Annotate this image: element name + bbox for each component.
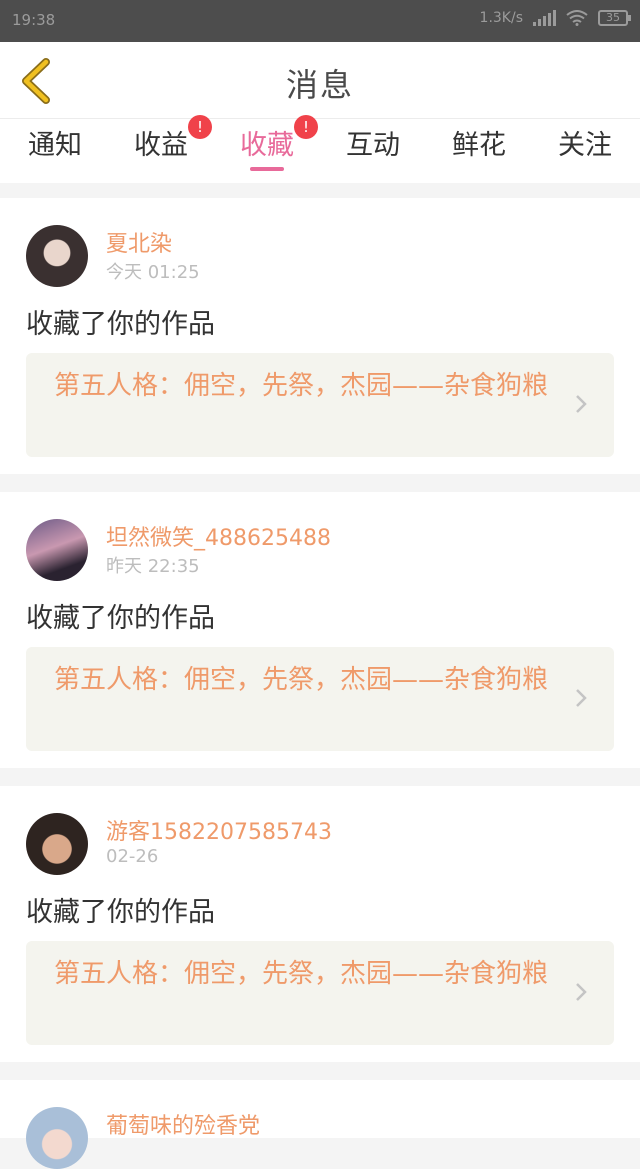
- work-link[interactable]: 第五人格：佣空，先祭，杰园——杂食狗粮: [26, 941, 614, 1045]
- tab-label: 互动: [346, 130, 400, 161]
- message-card: 游客1582207585743 02-26 收藏了你的作品 第五人格：佣空，先祭…: [0, 786, 640, 1062]
- action-text: 收藏了你的作品: [26, 309, 215, 340]
- avatar[interactable]: [26, 813, 88, 875]
- page-title: 消息: [285, 66, 354, 104]
- chevron-right-icon: [576, 689, 587, 707]
- username[interactable]: 葡萄味的殓香党: [106, 1108, 260, 1140]
- action-text: 收藏了你的作品: [26, 897, 215, 928]
- avatar[interactable]: [26, 519, 88, 581]
- avatar[interactable]: [26, 225, 88, 287]
- chevron-right-icon: [576, 983, 587, 1001]
- work-link[interactable]: 第五人格：佣空，先祭，杰园——杂食狗粮: [26, 647, 614, 751]
- work-title: 第五人格：佣空，先祭，杰园——杂食狗粮: [54, 665, 549, 695]
- signal-icon: [533, 10, 556, 26]
- username[interactable]: 夏北染: [106, 226, 172, 258]
- tab-interaction[interactable]: 互动: [320, 119, 426, 183]
- username[interactable]: 游客1582207585743: [106, 814, 332, 846]
- tab-earnings[interactable]: 收益 !: [108, 115, 214, 183]
- notification-badge: !: [188, 115, 212, 139]
- tab-notice[interactable]: 通知: [2, 119, 108, 183]
- tab-label: 收益: [134, 130, 188, 161]
- status-time: 19:38: [12, 11, 56, 29]
- battery-icon: 35: [598, 10, 631, 26]
- status-bar: 19:38 1.3K/s 35: [0, 0, 640, 42]
- tab-label: 收藏: [240, 130, 294, 161]
- work-link[interactable]: 第五人格：佣空，先祭，杰园——杂食狗粮: [26, 353, 614, 457]
- message-time: 昨天 22:35: [106, 556, 200, 577]
- header: 消息: [0, 42, 640, 118]
- message-time: 今天 01:25: [106, 262, 200, 283]
- tab-label: 通知: [28, 130, 82, 161]
- active-tab-indicator: [250, 167, 284, 171]
- action-text: 收藏了你的作品: [26, 603, 215, 634]
- work-title: 第五人格：佣空，先祭，杰园——杂食狗粮: [54, 371, 549, 401]
- status-right: 1.3K/s 35: [479, 10, 631, 26]
- avatar[interactable]: [26, 1107, 88, 1169]
- wifi-icon: [566, 10, 588, 26]
- tab-label: 关注: [558, 130, 612, 161]
- message-card: 葡萄味的殓香党: [0, 1080, 640, 1169]
- message-time: 02-26: [106, 846, 159, 867]
- work-title: 第五人格：佣空，先祭，杰园——杂食狗粮: [54, 959, 549, 989]
- tab-bar: 通知 收益 ! 收藏 ! 互动 鲜花 关注: [0, 115, 640, 183]
- message-card: 夏北染 今天 01:25 收藏了你的作品 第五人格：佣空，先祭，杰园——杂食狗粮: [0, 198, 640, 474]
- message-card: 坦然微笑_488625488 昨天 22:35 收藏了你的作品 第五人格：佣空，…: [0, 492, 640, 768]
- tab-follow[interactable]: 关注: [532, 119, 638, 183]
- tab-label: 鲜花: [452, 130, 506, 161]
- chevron-right-icon: [576, 395, 587, 413]
- username[interactable]: 坦然微笑_488625488: [106, 520, 331, 552]
- tab-favorites[interactable]: 收藏 !: [214, 115, 320, 183]
- notification-badge: !: [294, 115, 318, 139]
- tab-flowers[interactable]: 鲜花: [426, 119, 532, 183]
- network-speed: 1.3K/s: [479, 10, 523, 26]
